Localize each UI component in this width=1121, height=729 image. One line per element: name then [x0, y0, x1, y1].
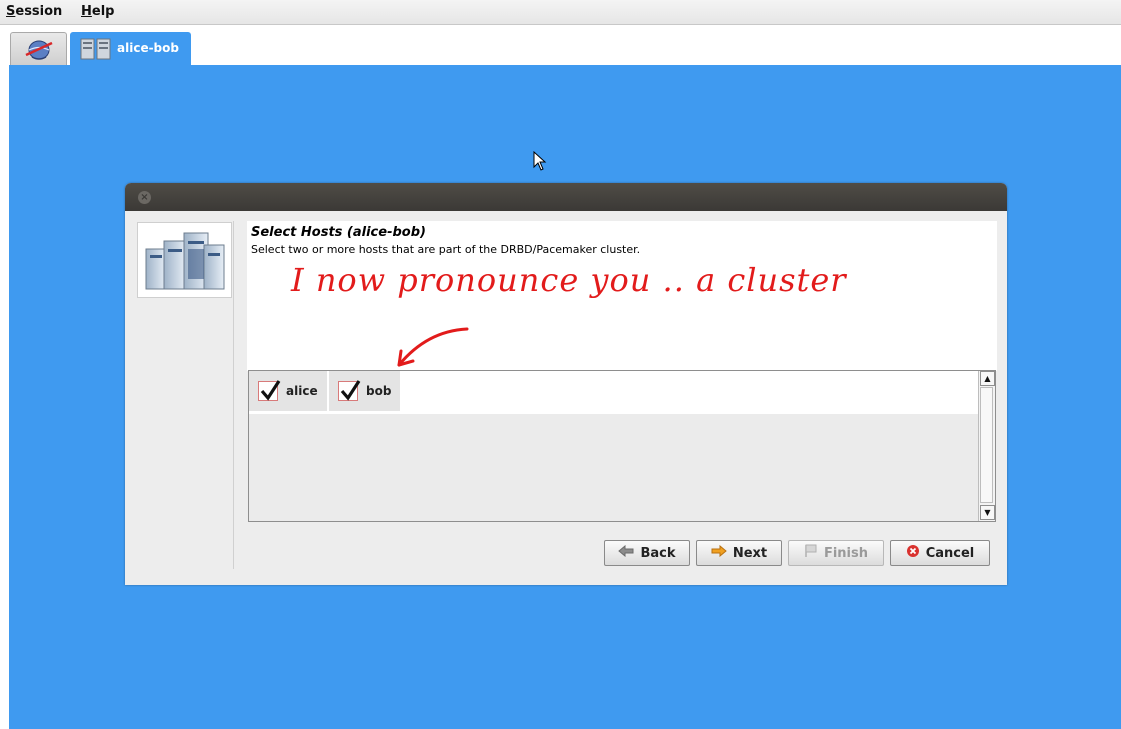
host-item-bob[interactable]: bob [329, 371, 400, 411]
host-label: bob [366, 384, 392, 398]
network-globe-icon [25, 40, 53, 60]
annotation-arrow-icon [397, 327, 469, 367]
next-arrow-icon [711, 544, 727, 561]
next-button[interactable]: Next [696, 540, 782, 566]
back-arrow-icon [618, 544, 634, 561]
menu-session[interactable]: Session [6, 4, 62, 19]
menu-help[interactable]: Help [81, 4, 114, 19]
dialog-title: Select Hosts (alice-bob) [251, 225, 426, 240]
tab-label: alice-bob [117, 41, 179, 55]
menu-help-rest: elp [91, 4, 115, 19]
dialog-header-panel: Select Hosts (alice-bob) Select two or m… [247, 221, 997, 371]
menu-session-rest: ession [15, 4, 63, 19]
mouse-cursor-icon [533, 151, 547, 171]
checkmark-icon [340, 380, 361, 401]
host-label: alice [286, 384, 318, 398]
scroll-down-icon[interactable]: ▼ [980, 505, 995, 520]
scroll-up-icon[interactable]: ▲ [980, 371, 995, 386]
select-hosts-dialog: × Select Hosts (alice-bob) Select two or… [125, 183, 1007, 585]
menu-session-mnemonic: S [6, 4, 16, 19]
host-item-alice[interactable]: alice [249, 371, 327, 411]
host-list: alice bob ▲ ▼ [248, 370, 996, 522]
servers-icon [80, 38, 111, 60]
finish-button: Finish [788, 540, 884, 566]
dialog-description: Select two or more hosts that are part o… [251, 243, 641, 256]
vertical-scrollbar[interactable]: ▲ ▼ [978, 371, 995, 521]
back-button[interactable]: Back [604, 540, 690, 566]
tab-home[interactable] [10, 32, 67, 65]
tab-strip: alice-bob [0, 25, 1121, 65]
finish-flag-icon [804, 544, 818, 562]
checkmark-icon [260, 380, 281, 401]
cancel-button[interactable]: Cancel [890, 540, 990, 566]
cancel-button-label: Cancel [925, 545, 975, 561]
host-row: alice bob [249, 371, 979, 414]
finish-button-label: Finish [823, 545, 869, 561]
hosts-illustration-icon [137, 222, 232, 298]
host-checkbox-bob[interactable] [338, 380, 361, 401]
menu-help-mnemonic: H [81, 4, 92, 19]
dialog-titlebar: × [125, 183, 1007, 211]
menu-bar: Session Help [0, 0, 1121, 25]
next-button-label: Next [732, 545, 768, 561]
tab-alice-bob[interactable]: alice-bob [70, 32, 191, 65]
close-icon[interactable]: × [138, 191, 151, 204]
handwritten-annotation: I now pronounce you .. a cluster [291, 261, 847, 299]
cancel-icon [906, 544, 920, 562]
scroll-thumb[interactable] [980, 387, 993, 503]
back-button-label: Back [640, 545, 676, 561]
host-checkbox-alice[interactable] [258, 380, 281, 401]
